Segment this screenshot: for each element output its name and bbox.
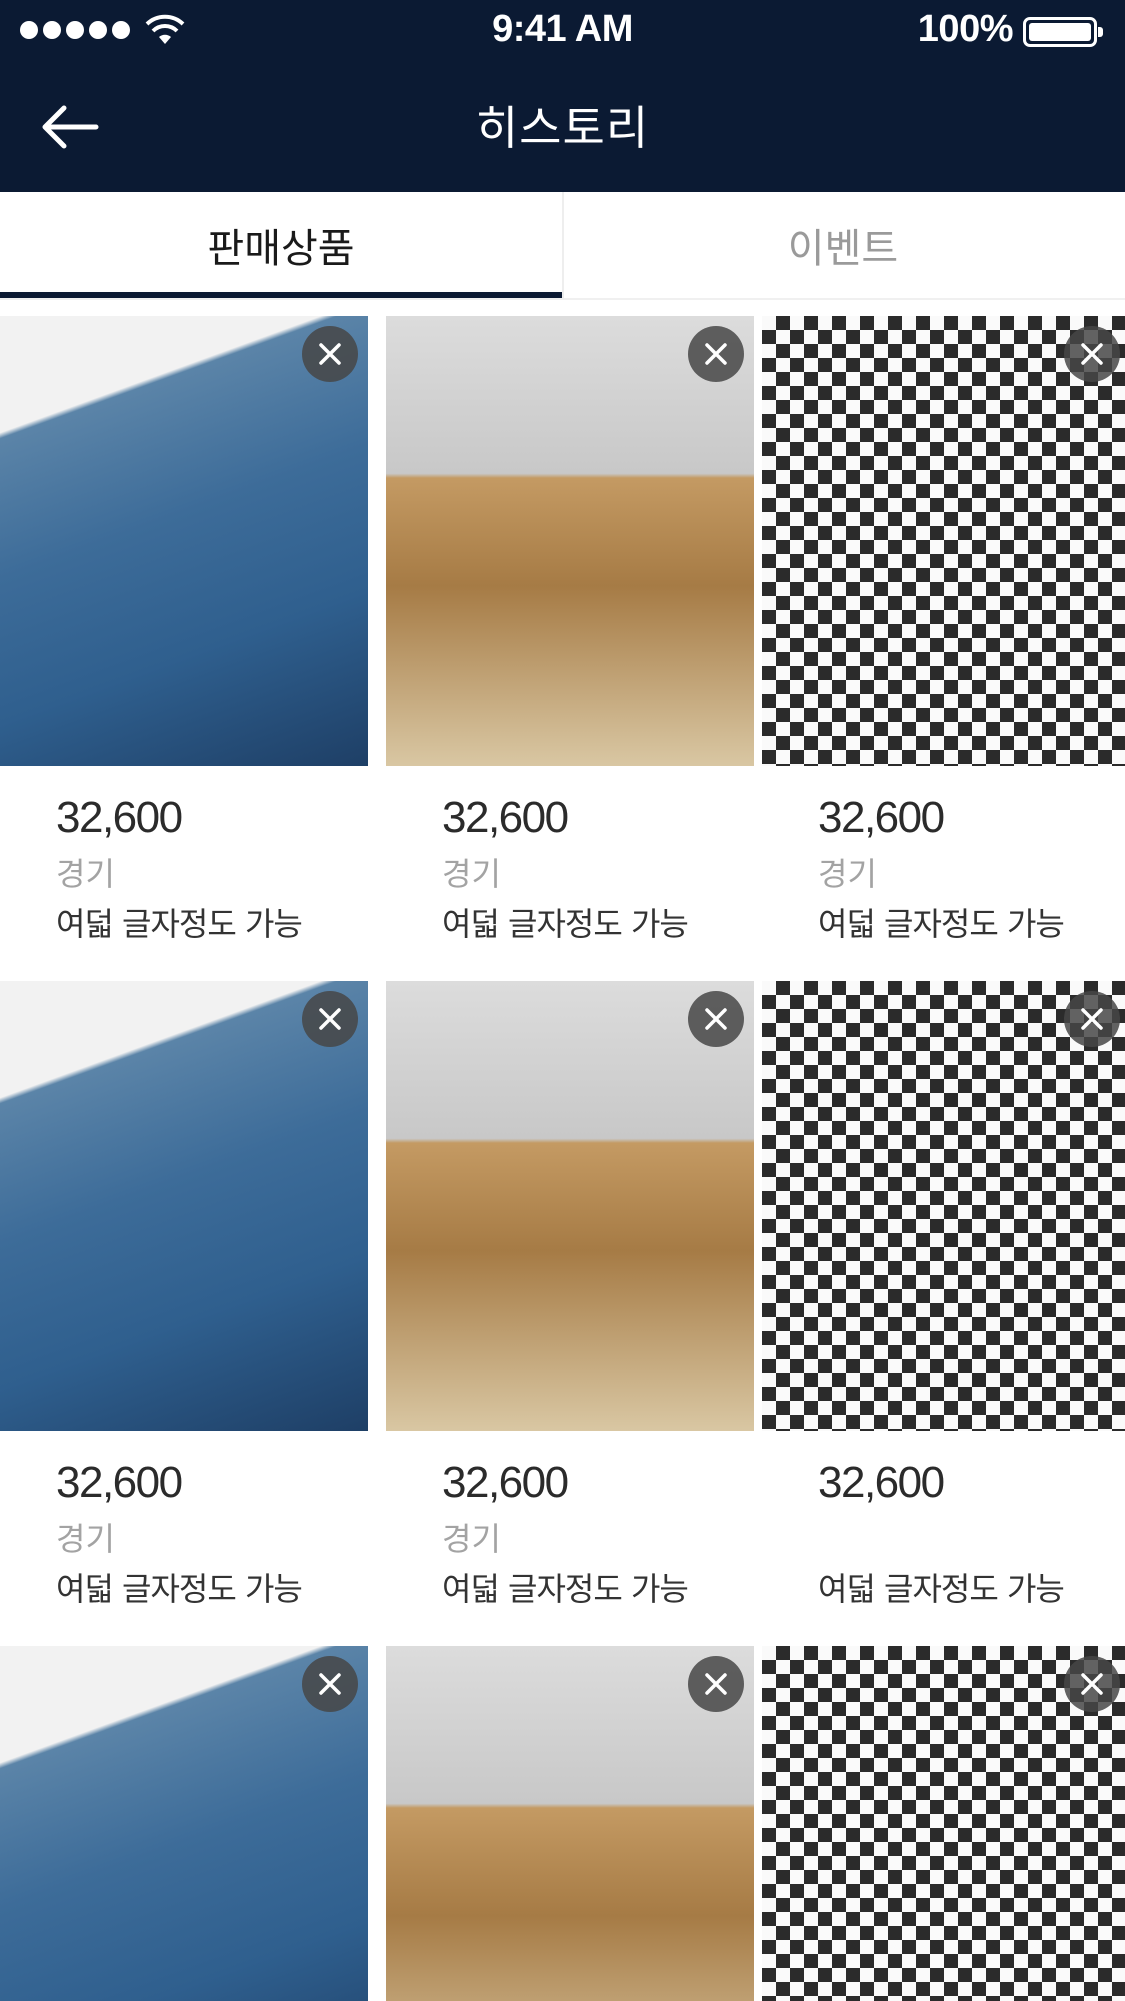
product-region: 경기 bbox=[56, 1520, 115, 1558]
tab-events[interactable]: 이벤트 bbox=[562, 192, 1124, 298]
product-card[interactable]: 32,600 경기 여덟 글자정도 가능 bbox=[386, 316, 754, 950]
product-card[interactable] bbox=[386, 1646, 754, 2001]
close-icon bbox=[319, 343, 341, 365]
product-card[interactable]: 32,600 경기 여덟 글자정도 가능 bbox=[0, 316, 368, 950]
product-region: 경기 bbox=[818, 855, 877, 893]
product-card[interactable] bbox=[0, 1646, 368, 2001]
page-title: 히스토리 bbox=[475, 101, 650, 155]
remove-button[interactable] bbox=[688, 326, 744, 382]
close-icon bbox=[319, 1673, 341, 1695]
product-price: 32,600 bbox=[56, 1458, 183, 1507]
product-description: 여덟 글자정도 가능 bbox=[442, 1570, 689, 1608]
close-icon bbox=[319, 1008, 341, 1030]
product-card[interactable]: 32,600 경기 여덟 글자정도 가능 bbox=[386, 981, 754, 1615]
remove-button[interactable] bbox=[302, 1656, 358, 1712]
remove-button[interactable] bbox=[688, 991, 744, 1047]
product-price: 32,600 bbox=[56, 793, 183, 842]
product-price: 32,600 bbox=[442, 1458, 569, 1507]
nav-bar: 히스토리 bbox=[0, 62, 1125, 192]
remove-button[interactable] bbox=[302, 991, 358, 1047]
product-image[interactable] bbox=[762, 981, 1125, 1431]
product-card[interactable]: 32,600 여덟 글자정도 가능 bbox=[762, 981, 1125, 1615]
product-image[interactable] bbox=[0, 1646, 368, 2001]
product-price: 32,600 bbox=[818, 1458, 945, 1507]
product-description: 여덟 글자정도 가능 bbox=[56, 1570, 303, 1608]
product-region bbox=[818, 1515, 1125, 1563]
product-description: 여덟 글자정도 가능 bbox=[56, 905, 303, 943]
product-image[interactable] bbox=[386, 316, 754, 766]
product-price: 32,600 bbox=[442, 793, 569, 842]
app-header: 9:41 AM 100% 히스토리 bbox=[0, 0, 1125, 192]
product-image[interactable] bbox=[762, 1646, 1125, 2001]
close-icon bbox=[705, 1008, 727, 1030]
product-region: 경기 bbox=[56, 855, 115, 893]
close-icon bbox=[1081, 1673, 1103, 1695]
close-icon bbox=[1081, 343, 1103, 365]
remove-button[interactable] bbox=[1064, 1656, 1120, 1712]
product-card[interactable]: 32,600 경기 여덟 글자정도 가능 bbox=[762, 316, 1125, 950]
tab-products[interactable]: 판매상품 bbox=[0, 192, 562, 298]
product-price: 32,600 bbox=[818, 793, 945, 842]
product-card[interactable]: 32,600 경기 여덟 글자정도 가능 bbox=[0, 981, 368, 1615]
product-image[interactable] bbox=[386, 981, 754, 1431]
product-image[interactable] bbox=[386, 1646, 754, 2001]
product-card[interactable] bbox=[762, 1646, 1125, 2001]
product-description: 여덟 글자정도 가능 bbox=[442, 905, 689, 943]
battery-percentage: 100% bbox=[917, 8, 1014, 50]
remove-button[interactable] bbox=[1064, 326, 1120, 382]
status-bar: 9:41 AM 100% bbox=[0, 0, 1125, 62]
battery-icon bbox=[1023, 17, 1103, 47]
remove-button[interactable] bbox=[302, 326, 358, 382]
product-image[interactable] bbox=[762, 316, 1125, 766]
product-image[interactable] bbox=[0, 316, 368, 766]
close-icon bbox=[1081, 1008, 1103, 1030]
remove-button[interactable] bbox=[1064, 991, 1120, 1047]
remove-button[interactable] bbox=[688, 1656, 744, 1712]
close-icon bbox=[705, 1673, 727, 1695]
product-region: 경기 bbox=[442, 855, 501, 893]
tab-divider bbox=[562, 192, 564, 298]
product-region: 경기 bbox=[442, 1520, 501, 1558]
close-icon bbox=[705, 343, 727, 365]
product-image[interactable] bbox=[0, 981, 368, 1431]
product-description: 여덟 글자정도 가능 bbox=[818, 905, 1065, 943]
product-description: 여덟 글자정도 가능 bbox=[818, 1570, 1065, 1608]
